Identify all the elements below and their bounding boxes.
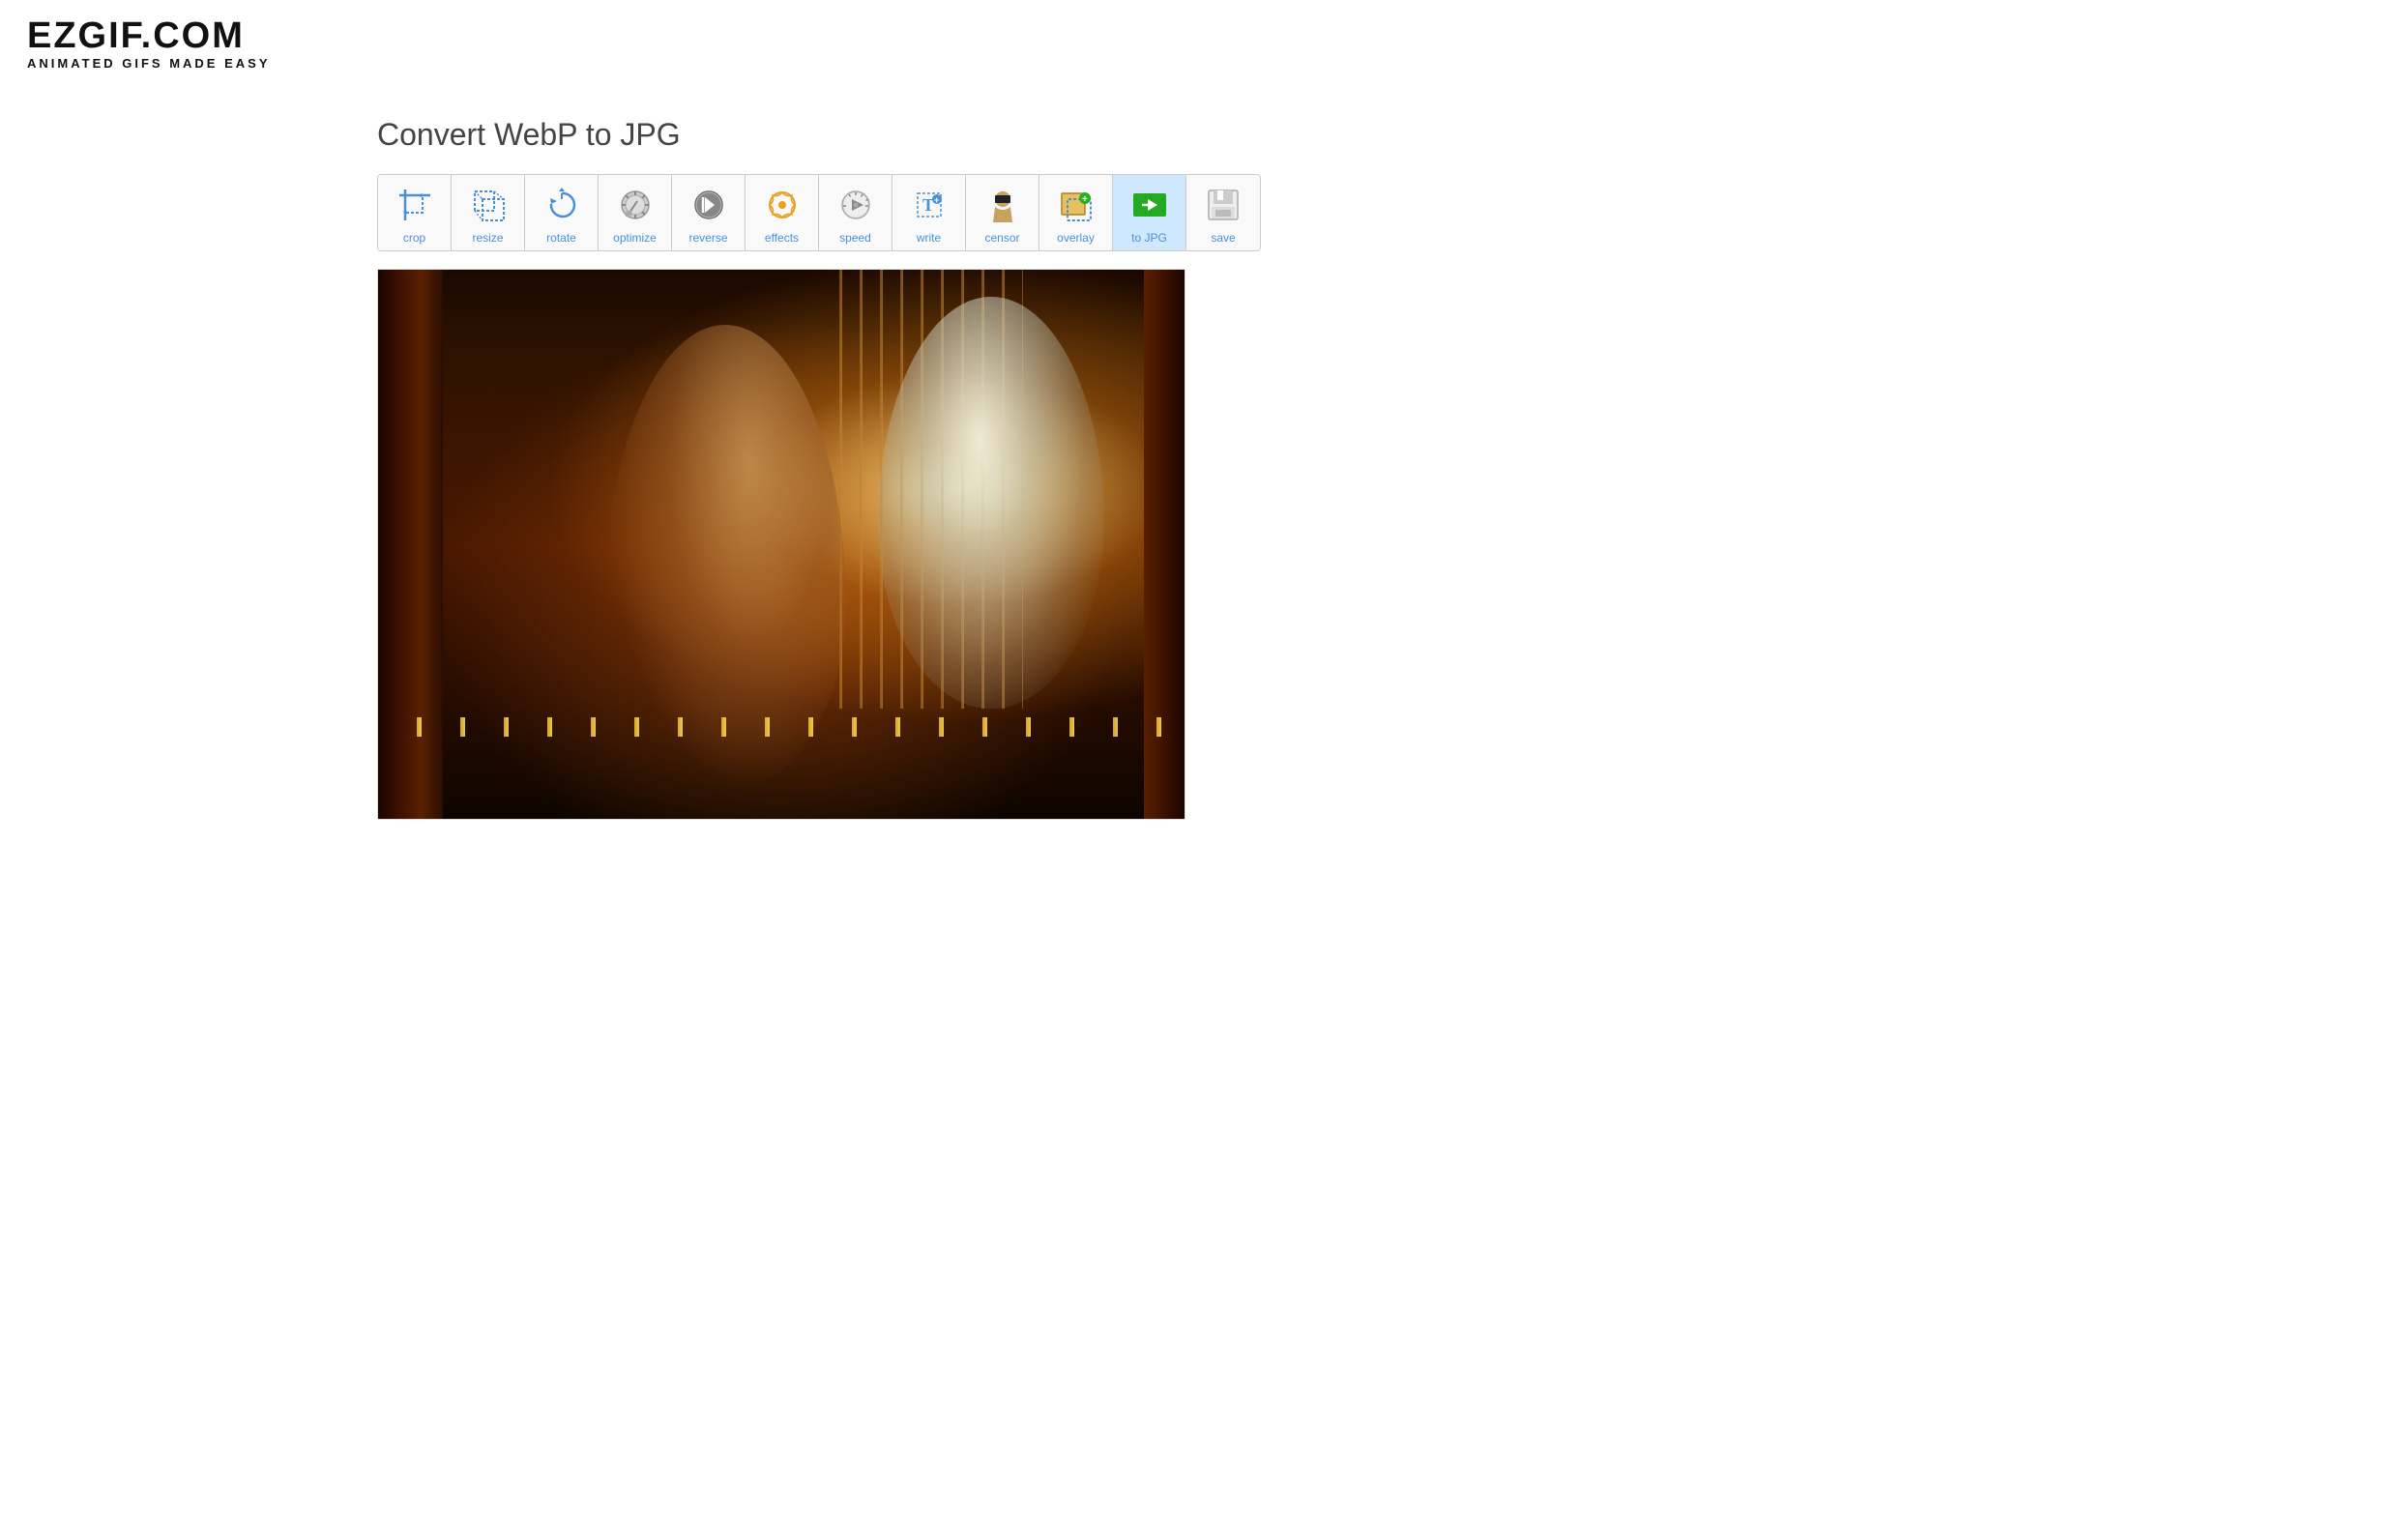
rotate-icon	[540, 183, 584, 227]
reverse-label: reverse	[688, 231, 727, 245]
page-title: Convert WebP to JPG	[377, 117, 2360, 153]
tool-crop[interactable]: crop	[378, 175, 452, 250]
tool-resize[interactable]: resize	[452, 175, 525, 250]
effects-label: effects	[765, 231, 799, 245]
save-icon	[1201, 183, 1245, 227]
save-label: save	[1211, 231, 1235, 245]
tool-optimize[interactable]: optimize	[599, 175, 672, 250]
crop-label: crop	[403, 231, 425, 245]
logo-sub: ANIMATED GIFS MADE EASY	[27, 56, 2372, 71]
tool-censor[interactable]: censor	[966, 175, 1039, 250]
speed-icon	[834, 183, 878, 227]
preview-image	[378, 270, 1185, 819]
resize-icon	[466, 183, 511, 227]
tojpg-icon	[1127, 183, 1172, 227]
preview-image-container	[377, 269, 1185, 820]
overlay-label: overlay	[1057, 231, 1095, 245]
tojpg-label: to JPG	[1131, 231, 1167, 245]
tool-effects[interactable]: effects	[746, 175, 819, 250]
tool-save[interactable]: save	[1186, 175, 1260, 250]
write-icon: T +	[907, 183, 951, 227]
rotate-label: rotate	[546, 231, 576, 245]
tool-reverse[interactable]: reverse	[672, 175, 746, 250]
crop-icon	[393, 183, 437, 227]
tool-speed[interactable]: speed	[819, 175, 892, 250]
tool-write[interactable]: T + write	[892, 175, 966, 250]
optimize-label: optimize	[613, 231, 657, 245]
censor-label: censor	[984, 231, 1019, 245]
effects-icon	[760, 183, 805, 227]
censor-icon	[980, 183, 1025, 227]
write-label: write	[917, 231, 941, 245]
toolbar: crop resize	[377, 174, 1261, 251]
tool-to-jpg[interactable]: to JPG	[1113, 175, 1186, 250]
tool-overlay[interactable]: + overlay	[1039, 175, 1113, 250]
tool-rotate[interactable]: rotate	[525, 175, 599, 250]
main-content: Convert WebP to JPG crop	[377, 88, 2399, 858]
svg-text:+: +	[934, 195, 939, 205]
svg-text:+: +	[1082, 194, 1088, 205]
resize-label: resize	[472, 231, 503, 245]
reverse-icon	[687, 183, 731, 227]
speed-label: speed	[839, 231, 871, 245]
logo-main: EZGIF.COM	[27, 17, 2372, 54]
optimize-icon	[613, 183, 658, 227]
overlay-icon: +	[1054, 183, 1098, 227]
header: EZGIF.COM ANIMATED GIFS MADE EASY	[0, 0, 2399, 88]
